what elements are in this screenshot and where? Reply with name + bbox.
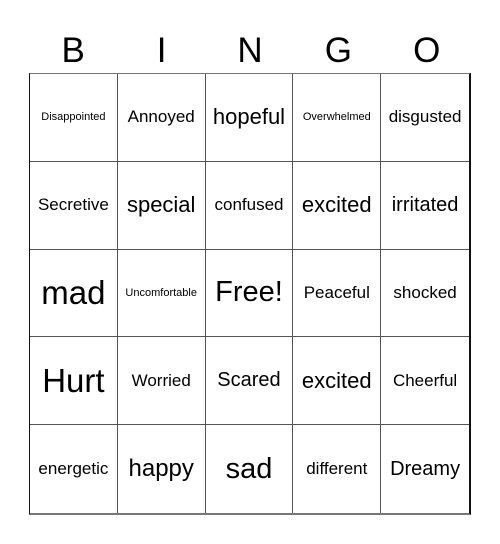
bingo-cell[interactable]: Uncomfortable <box>117 249 206 338</box>
header-letter-o: O <box>413 31 441 70</box>
bingo-cell-label: excited <box>301 192 372 218</box>
bingo-cell-label: Dreamy <box>390 457 461 480</box>
header-letter-b: B <box>61 31 85 70</box>
bingo-cell[interactable]: Cheerful <box>381 337 469 426</box>
bingo-cell-label: mad <box>41 273 106 311</box>
bingo-cell[interactable]: Scared <box>205 337 294 426</box>
bingo-cell[interactable]: Disappointed <box>30 74 118 162</box>
bingo-cell-label: energetic <box>38 459 109 479</box>
bingo-cell[interactable]: excited <box>293 161 382 250</box>
bingo-cell-label: Cheerful <box>392 370 458 390</box>
header-letter-i: I <box>156 31 167 70</box>
header-letter-g: G <box>324 31 352 70</box>
bingo-cell[interactable]: Hurt <box>30 337 118 426</box>
bingo-header: B I N G O <box>29 30 471 72</box>
bingo-cell[interactable]: happy <box>118 425 206 513</box>
bingo-cell-label: different <box>306 459 368 479</box>
bingo-cell-label: excited <box>301 367 372 393</box>
bingo-cell-label: Worried <box>131 370 191 390</box>
bingo-cell[interactable]: Peaceful <box>293 249 382 338</box>
bingo-cell-label: hopeful <box>212 104 286 130</box>
bingo-cell[interactable]: mad <box>30 249 118 338</box>
bingo-cell-label: irritated <box>391 193 459 216</box>
free-space-cell[interactable]: Free! <box>205 249 294 338</box>
bingo-cell-label: Secretive <box>37 195 109 215</box>
bingo-cell[interactable]: different <box>293 425 382 513</box>
bingo-cell-label: special <box>126 192 196 218</box>
bingo-cell[interactable]: confused <box>205 161 294 250</box>
bingo-cell-label: Uncomfortable <box>125 286 197 299</box>
bingo-cell[interactable]: Annoyed <box>117 74 206 162</box>
bingo-cell-label: Overwhelmed <box>302 111 371 124</box>
bingo-cell[interactable]: sad <box>206 425 294 513</box>
bingo-cell[interactable]: hopeful <box>205 74 294 162</box>
bingo-cell-label: Disappointed <box>41 111 106 124</box>
bingo-cell-label: confused <box>214 195 284 215</box>
bingo-cell[interactable]: disgusted <box>381 74 469 162</box>
bingo-cell-label: Scared <box>217 369 281 392</box>
bingo-cell[interactable]: Overwhelmed <box>293 74 382 162</box>
bingo-cell-label: disgusted <box>388 107 462 127</box>
bingo-cell-label: shocked <box>393 282 457 302</box>
bingo-cell-label: Free! <box>215 276 283 309</box>
bingo-cell-label: Annoyed <box>127 107 195 127</box>
bingo-cell[interactable]: special <box>117 161 206 250</box>
header-letter-n: N <box>237 31 263 70</box>
bingo-cell[interactable]: Secretive <box>30 161 118 250</box>
bingo-cell-label: Hurt <box>42 361 105 399</box>
bingo-cell[interactable]: excited <box>293 337 382 426</box>
bingo-cell-label: sad <box>225 452 273 485</box>
bingo-cell[interactable]: Worried <box>117 337 206 426</box>
bingo-cell[interactable]: Dreamy <box>381 425 469 513</box>
bingo-cell[interactable]: energetic <box>30 425 118 513</box>
bingo-cell[interactable]: irritated <box>381 162 469 250</box>
bingo-cell[interactable]: shocked <box>381 250 469 338</box>
bingo-cell-label: happy <box>128 455 194 483</box>
bingo-board: Disappointed Annoyed hopeful Overwhelmed dis… <box>29 73 471 515</box>
bingo-cell-label: Peaceful <box>303 282 370 302</box>
